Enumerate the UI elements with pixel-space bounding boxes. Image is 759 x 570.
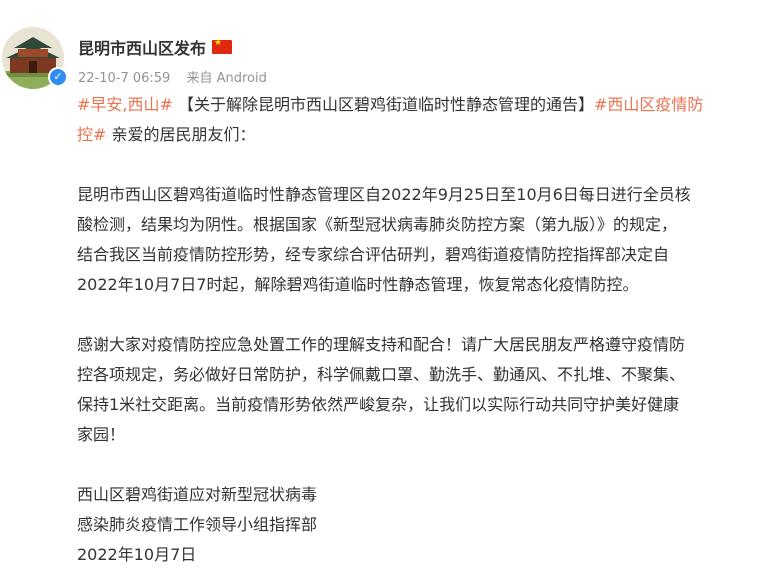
hashtag-epidemic-control-cont[interactable]: 控# — [77, 125, 106, 144]
para2-line: 感谢大家对疫情防控应急处置工作的理解支持和配合！请广大居民朋友严格遵守疫情防 — [77, 335, 686, 354]
china-flag-icon: ★ — [212, 38, 233, 54]
para2-line: 保持1米社交距离。当前疫情形势依然严峻复杂，让我们以实际行动共同守护美好健康 — [77, 395, 680, 414]
para1-line: 结合我区当前疫情防控形势，经专家综合评估研判，碧鸡街道疫情防控指挥部决定自 — [77, 245, 670, 264]
para2-line: 控各项规定，务必做好日常防护，科学佩戴口罩、勤洗手、勤通风、不扎堆、不聚集、 — [77, 365, 686, 384]
account-name[interactable]: 昆明市西山区发布 — [78, 35, 206, 59]
post-content: #早安,西山# 【关于解除昆明市西山区碧鸡街道临时性静态管理的通告】#西山区疫情… — [77, 90, 749, 570]
signature-date: 2022年10月7日 — [77, 545, 197, 564]
greeting: 亲爱的居民朋友们： — [106, 125, 256, 144]
hashtag-epidemic-control[interactable]: #西山区疫情防 — [594, 95, 703, 114]
verified-badge: ✓ — [48, 67, 68, 87]
post-header-line2: 控# 亲爱的居民朋友们： — [77, 120, 749, 150]
account-name-row: 昆明市西山区发布 ★ — [78, 35, 233, 59]
hashtag-good-morning[interactable]: #早安,西山# — [77, 95, 173, 114]
post-source: 来自 Android — [186, 71, 267, 86]
para1-line: 2022年10月7日7时起，解除碧鸡街道临时性静态管理，恢复常态化疫情防控。 — [77, 275, 639, 294]
post-meta: 22-10-7 06:59 来自 Android — [78, 67, 279, 86]
post-title: 【关于解除昆明市西山区碧鸡街道临时性静态管理的通告】 — [172, 95, 594, 114]
para1-line: 昆明市西山区碧鸡街道临时性静态管理区自2022年9月25日至10月6日每日进行全… — [77, 185, 691, 204]
para1-line: 酸检测，结果均为阴性。根据国家《新型冠状病毒肺炎防控方案（第九版）》的规定， — [77, 215, 678, 234]
signature-line: 西山区碧鸡街道应对新型冠状病毒 — [77, 485, 318, 504]
post-time[interactable]: 22-10-7 06:59 — [78, 71, 170, 86]
signature-line: 感染肺炎疫情工作领导小组指挥部 — [77, 515, 318, 534]
verified-icon: ✓ — [50, 69, 66, 85]
post-header-line1: #早安,西山# 【关于解除昆明市西山区碧鸡街道临时性静态管理的通告】#西山区疫情… — [77, 90, 749, 120]
para2-line: 家园！ — [77, 425, 126, 444]
